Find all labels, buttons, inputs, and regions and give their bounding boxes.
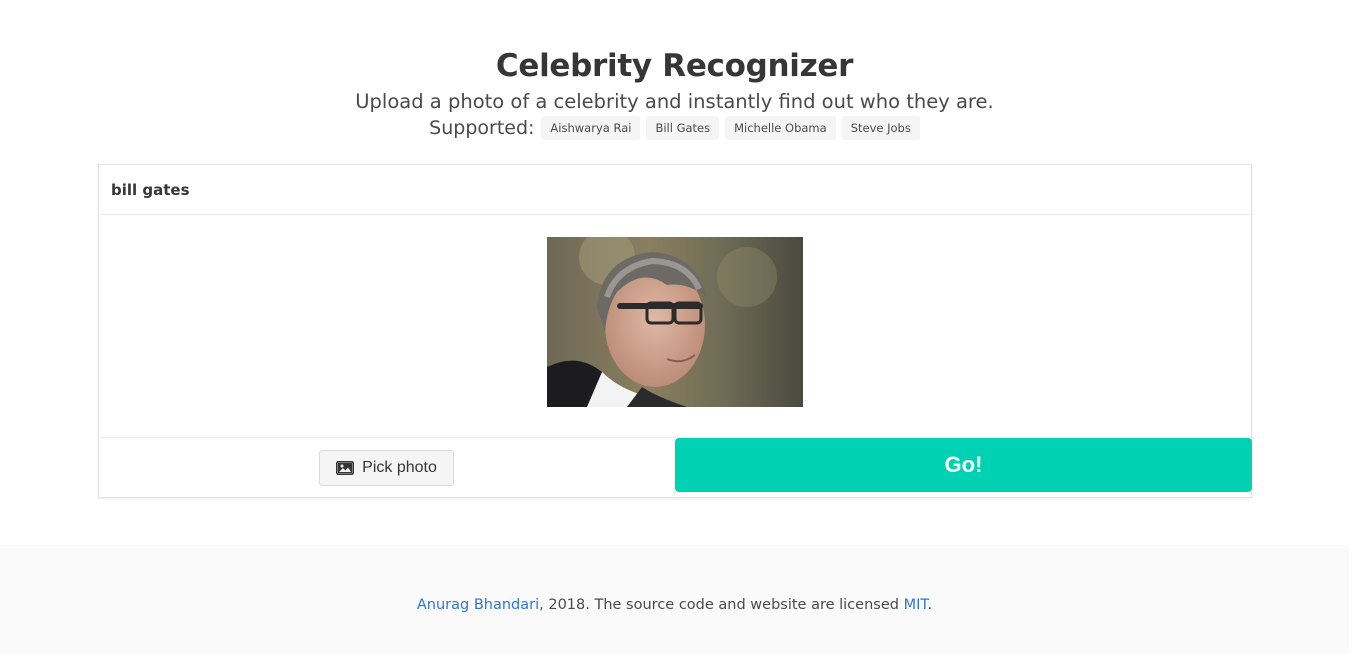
recognizer-card: bill gates Pick photo Go! <box>98 164 1252 498</box>
page-subtitle: Upload a photo of a celebrity and instan… <box>355 90 994 113</box>
pick-photo-label: Pick photo <box>362 459 437 476</box>
celebrity-photo <box>547 237 803 407</box>
card-title: bill gates <box>111 180 190 199</box>
image-icon <box>336 461 355 475</box>
license-link[interactable]: MIT <box>904 597 928 613</box>
footer-text-middle: , 2018. The source code and website are … <box>539 597 904 613</box>
scrollbar[interactable] <box>1349 0 1366 654</box>
page-title: Celebrity Recognizer <box>495 48 854 84</box>
card-footer-left: Pick photo <box>99 438 675 498</box>
footer-text-end: . <box>927 597 933 613</box>
celebrity-photo-image <box>547 237 803 407</box>
card-footer-right: Go! <box>675 438 1252 498</box>
supported-tag: Steve Jobs <box>841 116 920 140</box>
footer-text: Anurag Bhandari, 2018. The source code a… <box>0 597 1349 613</box>
author-link[interactable]: Anurag Bhandari <box>417 597 539 613</box>
card-footer: Pick photo Go! <box>99 437 1252 498</box>
pick-photo-button[interactable]: Pick photo <box>319 450 454 486</box>
supported-label: Supported: <box>429 117 535 139</box>
supported-tag: Michelle Obama <box>725 116 836 140</box>
supported-tag: Aishwarya Rai <box>541 116 641 140</box>
card-body <box>99 215 1251 437</box>
supported-celebrities: Supported: Aishwarya Rai Bill Gates Mich… <box>0 116 1349 140</box>
card-header: bill gates <box>99 165 1251 215</box>
go-button[interactable]: Go! <box>675 438 1252 492</box>
page-footer: Anurag Bhandari, 2018. The source code a… <box>0 545 1349 654</box>
supported-tag: Bill Gates <box>646 116 720 140</box>
